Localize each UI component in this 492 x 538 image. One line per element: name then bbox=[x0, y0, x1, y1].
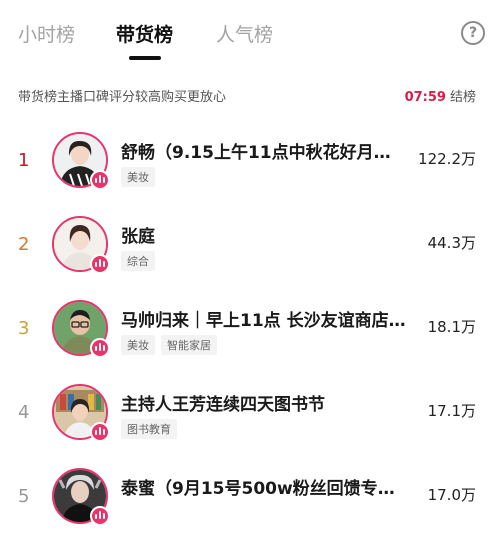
rank-number: 2 bbox=[18, 234, 30, 255]
tab-hourly[interactable]: 小时榜 bbox=[18, 20, 75, 47]
rank-number: 3 bbox=[18, 318, 30, 339]
category-tag: 智能家居 bbox=[161, 335, 217, 355]
category-tag: 综合 bbox=[121, 251, 155, 271]
ranking-row-1[interactable]: 1 舒畅（9.15上午11点中秋花好月圆会场） 美妆 122.2万 bbox=[0, 118, 492, 202]
ranking-row-3[interactable]: 3 马帅归来｜早上11点 长沙友谊商店专场 美妆 智能家居 18.1万 bbox=[0, 286, 492, 370]
streamer-name: 主持人王芳连续四天图书节 bbox=[121, 395, 325, 415]
streamer-name: 泰蜜（9月15号500w粉丝回馈专场） bbox=[121, 479, 406, 499]
streamer-name: 舒畅（9.15上午11点中秋花好月圆会场） bbox=[121, 143, 406, 163]
tag-list: 美妆 智能家居 bbox=[121, 335, 217, 355]
rank-number: 5 bbox=[18, 486, 30, 507]
countdown: 07:59 结榜 bbox=[405, 86, 476, 105]
tab-popularity[interactable]: 人气榜 bbox=[216, 20, 273, 47]
ranking-info-bar: 带货榜主播口碑评分较高购买更放心 07:59 结榜 bbox=[0, 84, 492, 108]
rank-number: 4 bbox=[18, 402, 30, 423]
tab-sales[interactable]: 带货榜 bbox=[116, 20, 173, 47]
live-indicator-icon bbox=[90, 170, 110, 190]
ranking-row-2[interactable]: 2 张庭 综合 44.3万 bbox=[0, 202, 492, 286]
rank-number: 1 bbox=[18, 150, 30, 171]
category-tag: 美妆 bbox=[121, 167, 155, 187]
tab-bar: 小时榜 带货榜 人气榜 ? bbox=[0, 0, 492, 70]
tag-list: 综合 bbox=[121, 251, 155, 271]
category-tag: 图书教育 bbox=[121, 419, 177, 439]
sales-value: 44.3万 bbox=[427, 234, 476, 252]
active-tab-indicator bbox=[129, 56, 161, 60]
sales-value: 17.0万 bbox=[427, 486, 476, 504]
live-indicator-icon bbox=[90, 254, 110, 274]
countdown-time: 07:59 bbox=[404, 90, 446, 105]
live-indicator-icon bbox=[90, 338, 110, 358]
streamer-name: 张庭 bbox=[121, 227, 155, 247]
sales-value: 17.1万 bbox=[427, 402, 476, 420]
sales-value: 122.2万 bbox=[418, 150, 476, 168]
ranking-row-5[interactable]: 5 泰蜜（9月15号500w粉丝回馈专场） 17.0万 bbox=[0, 454, 492, 538]
tag-list: 美妆 bbox=[121, 167, 155, 187]
sales-value: 18.1万 bbox=[427, 318, 476, 336]
tag-list: 图书教育 bbox=[121, 419, 177, 439]
live-indicator-icon bbox=[90, 422, 110, 442]
ranking-description: 带货榜主播口碑评分较高购买更放心 bbox=[18, 90, 227, 105]
ranking-row-4[interactable]: 4 主持人王芳连续四天图书节 图书教育 17.1万 bbox=[0, 370, 492, 454]
streamer-name: 马帅归来｜早上11点 长沙友谊商店专场 bbox=[121, 311, 406, 331]
countdown-suffix: 结榜 bbox=[449, 90, 476, 105]
live-indicator-icon bbox=[90, 506, 110, 526]
category-tag: 美妆 bbox=[121, 335, 155, 355]
help-icon[interactable]: ? bbox=[461, 21, 485, 45]
